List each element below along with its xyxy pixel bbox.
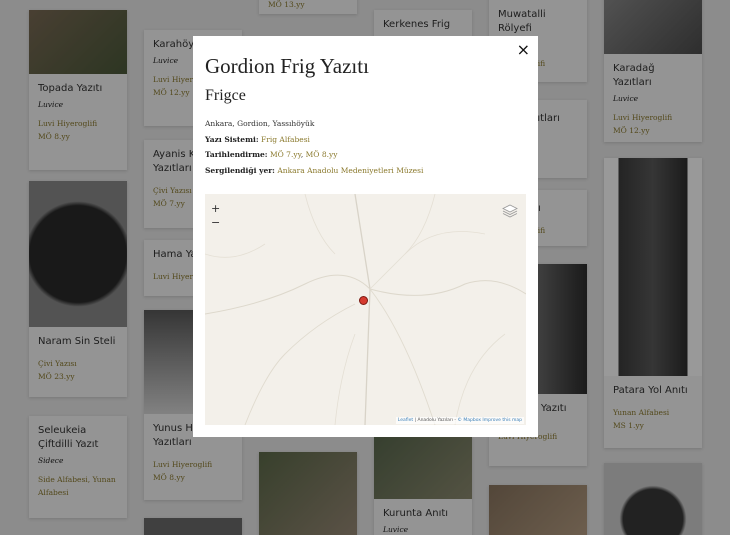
modal-date-row: Tarihlendirme: MÖ 7.yy, MÖ 8.yy [205,147,423,163]
script-label: Yazı Sistemi: [205,134,259,144]
zoom-out-button[interactable]: − [211,216,220,230]
date-link-1[interactable]: MÖ 7.yy [270,150,301,159]
close-icon[interactable]: × [517,40,530,59]
exhibit-label: Sergilendiği yer: [205,165,275,175]
modal-title: Gordion Frig Yazıtı [205,54,369,78]
layers-icon[interactable] [502,204,518,218]
zoom-control: + − [211,202,220,230]
location-marker-icon[interactable] [359,296,368,305]
exhibit-link[interactable]: Ankara Anadolu Medeniyetleri Müzesi [277,166,423,175]
map-attribution: Leaflet | Anadolu Yazıları - © Mapbox Im… [395,417,524,424]
attribution-separator: | Anadolu Yazıları - [413,418,458,423]
inscription-modal: × Gordion Frig Yazıtı Frigce Ankara, Gor… [193,36,538,437]
mapbox-link[interactable]: © Mapbox Improve this map [457,418,522,423]
leaflet-link[interactable]: Leaflet [398,418,413,423]
date-label: Tarihlendirme: [205,150,268,159]
zoom-in-button[interactable]: + [211,202,220,216]
map-roads [205,194,526,425]
script-link[interactable]: Frig Alfabesi [261,135,310,144]
modal-exhibit-row: Sergilendiği yer: Ankara Anadolu Medeniy… [205,163,423,179]
modal-info: Ankara, Gordion, Yassıhöyük Yazı Sistemi… [205,116,423,178]
modal-script-row: Yazı Sistemi: Frig Alfabesi [205,132,423,148]
date-separator: , [300,150,304,159]
modal-language: Frigce [205,87,246,104]
date-link-2[interactable]: MÖ 8.yy [306,150,338,159]
modal-location: Ankara, Gordion, Yassıhöyük [205,119,315,128]
location-map[interactable]: + − Leaflet | Anadolu Yazıları - © Mapbo… [205,194,526,425]
